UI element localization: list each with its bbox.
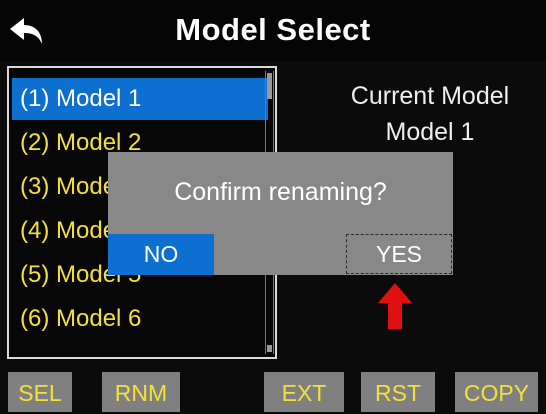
up-arrow-icon bbox=[378, 283, 412, 329]
current-model-label: Current Model bbox=[350, 82, 510, 110]
ext-softkey[interactable]: EXT bbox=[264, 372, 344, 412]
list-item-model-1[interactable]: (1) Model 1 bbox=[12, 78, 268, 120]
scroll-end-marker bbox=[267, 345, 272, 352]
sel-softkey[interactable]: SEL bbox=[8, 372, 72, 412]
header-bar: Model Select bbox=[0, 0, 546, 62]
list-item-model-6[interactable]: (6) Model 6 bbox=[12, 298, 268, 340]
rnm-softkey[interactable]: RNM bbox=[102, 372, 180, 412]
copy-softkey[interactable]: COPY bbox=[455, 372, 538, 412]
confirm-rename-dialog: Confirm renaming? NO YES bbox=[108, 152, 453, 275]
no-button[interactable]: NO bbox=[108, 234, 214, 275]
yes-button[interactable]: YES bbox=[346, 234, 452, 274]
model-select-screen: Model Select (1) Model 1 (2) Model 2 (3)… bbox=[0, 0, 546, 412]
scroll-thumb[interactable] bbox=[267, 73, 272, 99]
current-model-value: Model 1 bbox=[385, 118, 475, 146]
rst-softkey[interactable]: RST bbox=[361, 372, 435, 412]
dialog-message: Confirm renaming? bbox=[174, 178, 387, 206]
page-title: Model Select bbox=[175, 12, 371, 47]
